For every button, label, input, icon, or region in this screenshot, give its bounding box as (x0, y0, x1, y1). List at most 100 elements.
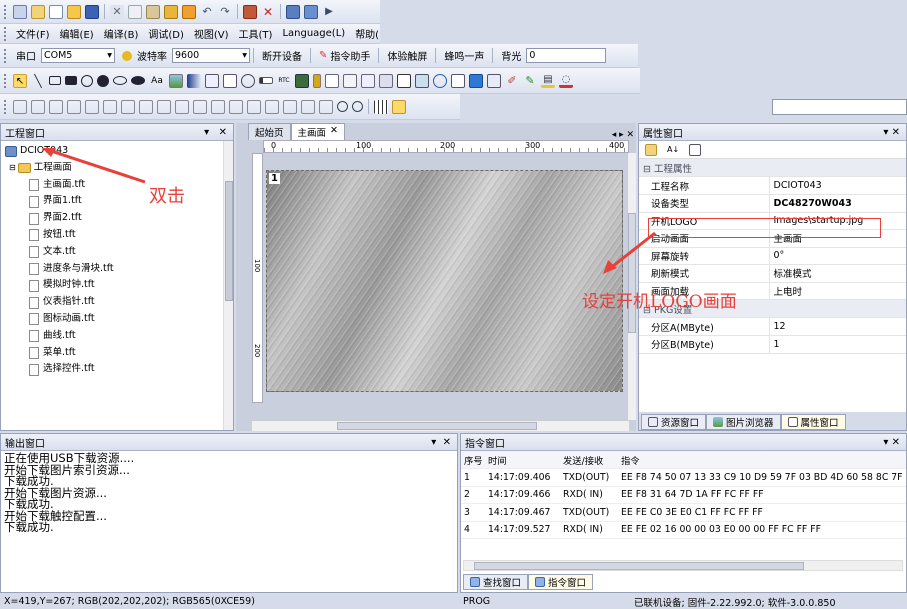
property-value[interactable]: 标准模式 (769, 264, 906, 283)
screen-icon[interactable] (469, 73, 483, 88)
header-time[interactable]: 时间 (485, 451, 560, 469)
toolbar-grip[interactable] (4, 99, 8, 114)
button-icon[interactable] (205, 73, 219, 88)
rtc-icon[interactable]: RTC (277, 74, 291, 88)
distribute-v-icon[interactable] (193, 99, 207, 114)
header-index[interactable]: 序号 (461, 451, 485, 469)
clock-icon[interactable] (241, 73, 255, 88)
pin-icon[interactable]: ▾ ✕ (883, 437, 900, 448)
progress-icon[interactable] (295, 73, 309, 88)
command-hscroll[interactable] (463, 560, 903, 571)
center-v-icon[interactable] (265, 99, 279, 114)
menu-debug[interactable]: 调试(D) (143, 26, 189, 41)
property-row[interactable]: 屏幕旋转 0° (639, 247, 906, 265)
circle-icon[interactable] (81, 74, 93, 87)
pin-icon[interactable]: ▾ ✕ (883, 127, 900, 138)
same-size-icon[interactable] (157, 99, 171, 114)
menu-tools[interactable]: 工具(T) (234, 26, 278, 41)
property-row[interactable]: 分区B(MByte) 1 (639, 335, 906, 354)
slider-icon[interactable] (259, 77, 273, 84)
menu-edit[interactable]: 编辑(E) (55, 26, 99, 41)
toolbar-grip[interactable] (4, 73, 8, 88)
tree-file-item[interactable]: 界面2.tft (5, 210, 233, 227)
tab-start-page[interactable]: 起始页 (248, 123, 291, 140)
save-icon[interactable] (85, 4, 99, 19)
categorized-icon[interactable] (645, 143, 657, 156)
brush-icon[interactable]: ✐ (505, 74, 519, 88)
ungroup-icon[interactable] (301, 99, 315, 114)
baud-select[interactable]: 9600 ▾ (172, 48, 250, 63)
align-middle-icon[interactable] (103, 99, 117, 114)
tree-file-item[interactable]: 曲线.tft (5, 328, 233, 345)
animation-icon[interactable] (379, 73, 393, 88)
new-file-icon[interactable] (49, 4, 63, 19)
group-icon[interactable] (283, 99, 297, 114)
tab-image-browser[interactable]: 图片浏览器 (706, 413, 781, 430)
pin-icon[interactable]: ▾ ⁠ ⁣ ✕ (204, 127, 227, 138)
counter-icon[interactable] (182, 4, 196, 19)
command-row[interactable]: 1 14:17:09.406 TXD(OUT) EE F8 74 50 07 13 3… (461, 468, 906, 487)
pen-icon[interactable]: ✎ (523, 74, 537, 88)
sort-alpha-icon[interactable]: A↓ (667, 144, 679, 156)
undo-icon[interactable]: ↶ (200, 5, 214, 19)
tree-file-item[interactable]: 按钮.tft (5, 227, 233, 244)
command-assistant-button[interactable]: ✎ 指令助手 (314, 48, 375, 63)
tree-file-item[interactable]: 进度条与滑块.tft (5, 261, 233, 278)
ruler-icon[interactable] (392, 99, 406, 114)
window-icon[interactable] (487, 73, 501, 88)
send-back-icon[interactable] (229, 99, 243, 114)
icon-control-icon[interactable] (451, 73, 465, 88)
compile-icon[interactable] (243, 4, 257, 19)
chart-icon[interactable] (325, 73, 339, 88)
rectangle-icon[interactable] (49, 76, 61, 85)
command-row[interactable]: 2 14:17:09.466 RXD( IN) EE F8 31 64 7D 1A F… (461, 486, 906, 504)
tab-main-screen[interactable]: 主画面 ✕ (290, 123, 345, 140)
scroll-thumb[interactable] (337, 422, 537, 430)
property-row[interactable]: 工程名称 DCIOT043 (639, 177, 906, 195)
gradient-icon[interactable] (187, 73, 201, 88)
zoom-out-icon[interactable] (352, 101, 363, 112)
same-height-icon[interactable] (139, 99, 153, 114)
image-icon[interactable] (169, 73, 183, 88)
table-icon[interactable] (397, 73, 411, 88)
tree-file-item[interactable]: 菜单.tft (5, 345, 233, 362)
property-value[interactable]: 上电时 (769, 282, 906, 300)
lock-position-icon[interactable] (319, 99, 333, 114)
property-row[interactable]: 刷新模式 标准模式 (639, 264, 906, 283)
property-value[interactable]: 12 (769, 318, 906, 336)
menu-build[interactable]: 编译(B) (99, 26, 144, 41)
bring-front-icon[interactable] (211, 99, 225, 114)
align-bottom-icon[interactable] (67, 99, 81, 114)
center-h-icon[interactable] (247, 99, 261, 114)
grid-icon[interactable] (374, 99, 388, 114)
list-icon[interactable] (343, 73, 357, 88)
backlight-input[interactable]: 0 (526, 48, 607, 63)
run-icon[interactable]: ▶ (322, 5, 336, 19)
property-value[interactable]: 1 (769, 335, 906, 354)
property-row[interactable]: 设备类型 DC48270W043 (639, 194, 906, 213)
copy-icon[interactable] (128, 4, 142, 19)
new-project-icon[interactable] (13, 4, 27, 19)
simulate-icon[interactable] (304, 4, 318, 19)
close-icon[interactable]: ✕ (330, 125, 338, 139)
search-box[interactable] (772, 99, 907, 115)
tree-scrollbar[interactable] (223, 141, 233, 430)
filled-rectangle-icon[interactable] (65, 76, 77, 85)
menu-file[interactable]: 文件(F) (11, 26, 55, 41)
disconnect-button[interactable]: 断开设备 (257, 48, 307, 63)
command-row[interactable]: 4 14:17:09.527 RXD( IN) EE FE 02 16 00 00 0… (461, 521, 906, 539)
filled-circle-icon[interactable] (97, 74, 109, 87)
zoom-in-icon[interactable] (337, 101, 348, 112)
property-value[interactable]: 0° (769, 247, 906, 265)
redo-icon[interactable]: ↷ (218, 5, 232, 19)
header-direction[interactable]: 发送/接收 (560, 451, 618, 469)
align-center-icon[interactable] (85, 99, 99, 114)
pin-icon[interactable]: ▾ ⁠ ✕ (431, 437, 451, 448)
align-right-icon[interactable] (31, 99, 45, 114)
align-top-icon[interactable] (49, 99, 63, 114)
download-icon[interactable] (286, 4, 300, 19)
debug-icon[interactable]: ✕ (261, 5, 275, 19)
header-command[interactable]: 指令 (618, 451, 906, 469)
tab-nav-arrows[interactable]: ◂ ▸ ✕ (612, 130, 636, 140)
property-pages-icon[interactable] (689, 143, 701, 156)
